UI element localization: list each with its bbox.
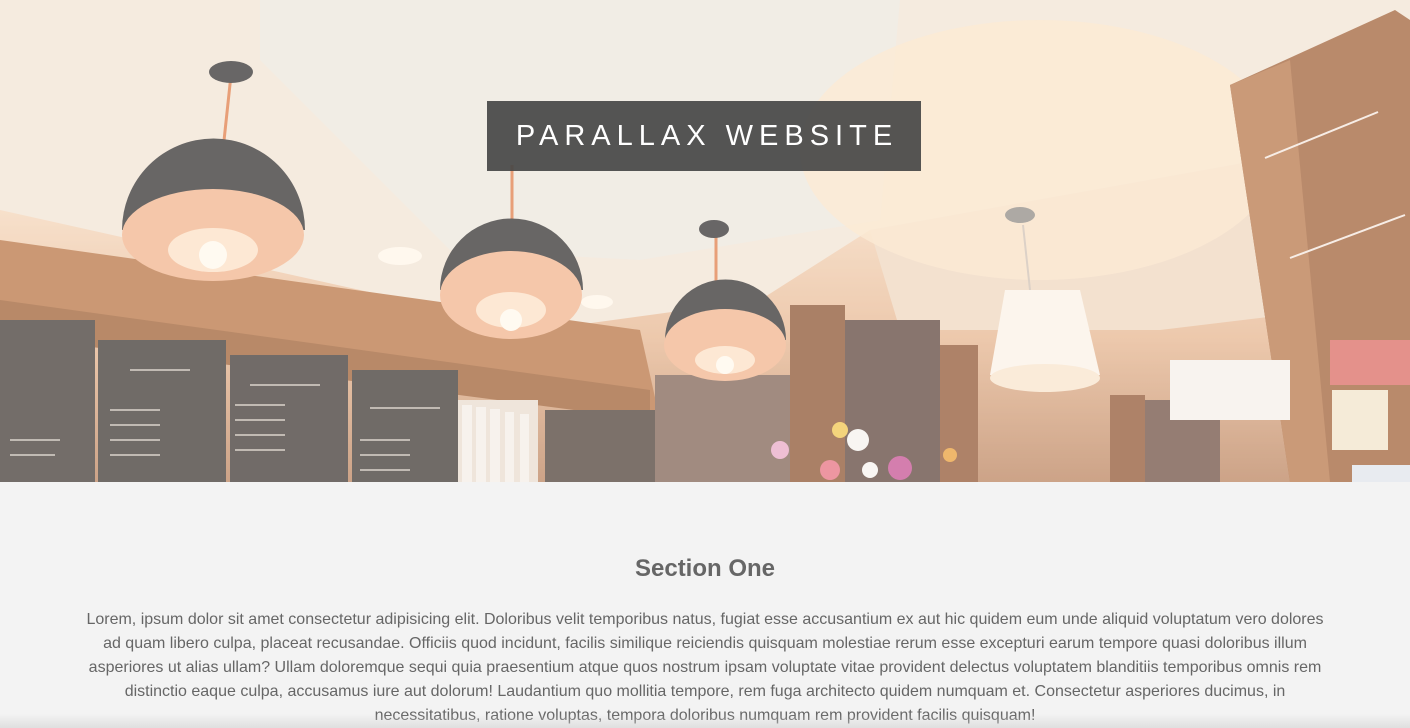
bottom-shadow (0, 714, 1410, 728)
section-body-text: Lorem, ipsum dolor sit amet consectetur … (86, 611, 1324, 724)
hero-title-box: PARALLAX WEBSITE (487, 101, 921, 171)
hero-title: PARALLAX WEBSITE (515, 119, 899, 152)
hero-overlay (0, 0, 1410, 482)
hero-banner: PARALLAX WEBSITE (0, 0, 1410, 482)
section-heading: Section One (634, 555, 776, 582)
section-one: Section One Lorem, ipsum dolor sit amet … (0, 482, 1410, 728)
